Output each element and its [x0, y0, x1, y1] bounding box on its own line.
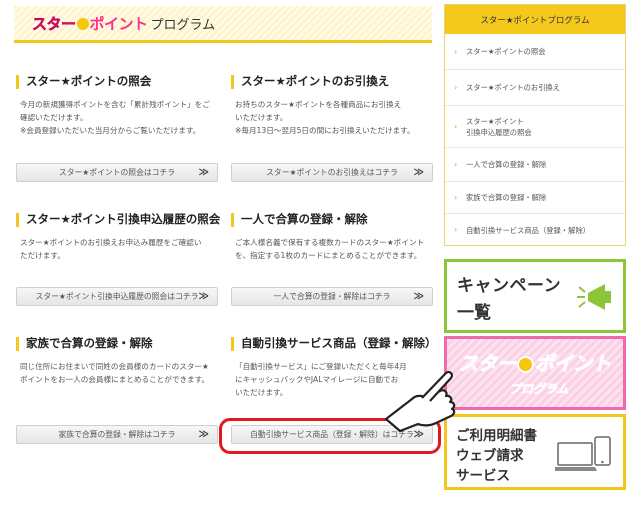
section-title: 一人で合算の登録・解除 — [231, 213, 439, 227]
sidebar-item-exchange-history[interactable]: › スター★ポイント 引換申込履歴の照会 — [445, 106, 625, 148]
double-chevron-right-icon: ≫ — [198, 429, 209, 440]
logo-text-star: スター — [32, 14, 76, 33]
desc-line: スター★ポイントのお引換えお申込み履歴をご確認い — [20, 238, 202, 247]
sidebar-item-point-inquiry[interactable]: › スター★ポイントの照会 — [445, 34, 625, 70]
sidebar-menu: スター★ポイントプログラム › スター★ポイントの照会 › スター★ポイントのお… — [444, 4, 626, 246]
chevron-right-icon: › — [454, 46, 458, 56]
double-chevron-right-icon: ≫ — [198, 291, 209, 302]
point-exchange-button[interactable]: スター★ポイントのお引換えはコチラ ≫ — [231, 163, 433, 182]
chevron-right-icon: › — [454, 159, 458, 169]
sidebar-item-label: スター★ポイントのお引換え — [466, 83, 561, 92]
sidebar-item-label: 一人で合算の登録・解除 — [466, 160, 547, 169]
statement-banner-line3: サービス — [456, 468, 510, 484]
double-chevron-right-icon: ≫ — [198, 167, 209, 178]
star-point-program-banner[interactable]: スター ポイント プログラム — [444, 336, 626, 410]
megaphone-icon — [577, 284, 611, 310]
button-label: 一人で合算の登録・解除はコチラ — [273, 292, 391, 301]
section-personal-merge: 一人で合算の登録・解除 ご本人様名義で保有する複数カードのスター★ポイント を、… — [231, 213, 439, 308]
sidebar-item-auto-exchange[interactable]: › 自動引換サービス商品（登録・解除） — [445, 214, 625, 246]
desc-line: ただけます。 — [20, 251, 65, 260]
page-header: スター ポイント プログラム — [14, 6, 432, 43]
campaign-list-banner[interactable]: キャンペーン 一覧 — [444, 259, 626, 333]
program-banner-title: スター ポイント — [458, 349, 612, 376]
laptop-phone-icon — [555, 436, 611, 471]
sidebar-item-personal-merge[interactable]: › 一人で合算の登録・解除 — [445, 148, 625, 182]
campaign-banner-line1: キャンペーン — [457, 276, 562, 296]
logo-dot-icon — [76, 18, 89, 30]
button-label: スター★ポイントのお引換えはコチラ — [266, 168, 398, 177]
button-label: 家族で合算の登録・解除はコチラ — [58, 430, 176, 439]
point-inquiry-button[interactable]: スター★ポイントの照会はコチラ ≫ — [16, 163, 218, 182]
section-description: 今月の新規獲得ポイントを含む「累計残ポイント」をご 確認いただけます。 ※会員登… — [16, 98, 224, 137]
double-chevron-right-icon: ≫ — [413, 291, 424, 302]
section-description: お持ちのスター★ポイントを各種商品にお引換え いただけます。 ※毎月13日～翌月… — [231, 98, 439, 137]
section-exchange-history: スター★ポイント引換申込履歴の照会 スター★ポイントのお引換えお申込み履歴をご確… — [16, 213, 224, 308]
personal-merge-button[interactable]: 一人で合算の登録・解除はコチラ ≫ — [231, 287, 433, 306]
desc-line: いただけます。 — [235, 113, 288, 122]
desc-line: 確認いただけます。 — [20, 113, 88, 122]
section-title: スター★ポイントのお引換え — [231, 75, 439, 89]
logo-text-point: ポイント — [89, 14, 149, 33]
sidebar-item-label: 家族で合算の登録・解除 — [466, 193, 547, 202]
section-title: 自動引換サービス商品（登録・解除） — [231, 337, 439, 351]
program-banner-subtitle: プログラム — [509, 382, 569, 397]
web-statement-banner[interactable]: ご利用明細書 ウェブ請求 サービス — [444, 414, 626, 490]
section-family-merge: 家族で合算の登録・解除 同じ住所にお住まいで同姓の会員様のカードのスター★ ポイ… — [16, 337, 224, 447]
section-description: ご本人様名義で保有する複数カードのスター★ポイント を、指定する1枚のカードにま… — [231, 236, 439, 262]
sidebar-item-point-exchange[interactable]: › スター★ポイントのお引換え — [445, 70, 625, 106]
section-title: スター★ポイント引換申込履歴の照会 — [16, 213, 224, 227]
chevron-right-icon: › — [454, 82, 458, 92]
section-title: 家族で合算の登録・解除 — [16, 337, 224, 351]
header-title-suffix: プログラム — [150, 17, 216, 33]
family-merge-button[interactable]: 家族で合算の登録・解除はコチラ ≫ — [16, 425, 218, 444]
chevron-right-icon: › — [454, 192, 458, 202]
sidebar-title: スター★ポイントプログラム — [445, 5, 625, 34]
desc-line: ポイントをお一人の会員様にまとめることができます。 — [20, 375, 210, 384]
button-label: スター★ポイント引換申込履歴の照会はコチラ — [35, 292, 199, 301]
section-point-inquiry: スター★ポイントの照会 今月の新規獲得ポイントを含む「累計残ポイント」をご 確認… — [16, 75, 224, 185]
desc-line: 今月の新規獲得ポイントを含む「累計残ポイント」をご — [20, 100, 210, 109]
label-line: スター★ポイント — [466, 116, 524, 126]
button-label: スター★ポイントの照会はコチラ — [58, 168, 176, 177]
sidebar-item-label: スター★ポイントの照会 — [466, 47, 546, 56]
statement-banner-line1: ご利用明細書 — [456, 428, 537, 444]
chevron-right-icon: › — [454, 121, 458, 131]
label-line: 引換申込履歴の照会 — [466, 127, 532, 137]
desc-line: 同じ住所にお住まいで同姓の会員様のカードのスター★ — [20, 362, 209, 371]
program-banner-star-text: スター — [458, 353, 517, 376]
section-title: スター★ポイントの照会 — [16, 75, 224, 89]
double-chevron-right-icon: ≫ — [413, 167, 424, 178]
chevron-right-icon: › — [454, 225, 458, 234]
desc-line: ※会員登録いただいた当月分からご覧いただけます。 — [20, 126, 201, 135]
section-point-exchange: スター★ポイントのお引換え お持ちのスター★ポイントを各種商品にお引換え いただ… — [231, 75, 439, 185]
statement-banner-line2: ウェブ請求 — [456, 448, 524, 464]
desc-line: お持ちのスター★ポイントを各種商品にお引換え — [235, 100, 402, 109]
section-description: スター★ポイントのお引換えお申込み履歴をご確認い ただけます。 — [16, 236, 224, 262]
desc-line: ※毎月13日～翌月5日の間にお引換えいただけます。 — [235, 126, 415, 135]
pointing-hand-icon — [384, 370, 456, 433]
campaign-banner-line2: 一覧 — [457, 303, 491, 323]
desc-line: ご本人様名義で保有する複数カードのスター★ポイント — [235, 238, 425, 247]
sidebar-item-family-merge[interactable]: › 家族で合算の登録・解除 — [445, 182, 625, 214]
section-description: 同じ住所にお住まいで同姓の会員様のカードのスター★ ポイントをお一人の会員様にま… — [16, 360, 224, 386]
exchange-history-button[interactable]: スター★ポイント引換申込履歴の照会はコチラ ≫ — [16, 287, 218, 306]
sidebar-item-label: 自動引換サービス商品（登録・解除） — [466, 225, 591, 235]
sidebar-item-label: スター★ポイント 引換申込履歴の照会 — [466, 116, 532, 138]
desc-line: を、指定する1枚のカードにまとめることができます。 — [235, 251, 422, 260]
star-dot-icon — [517, 356, 535, 373]
program-banner-point-text: ポイント — [535, 353, 612, 376]
